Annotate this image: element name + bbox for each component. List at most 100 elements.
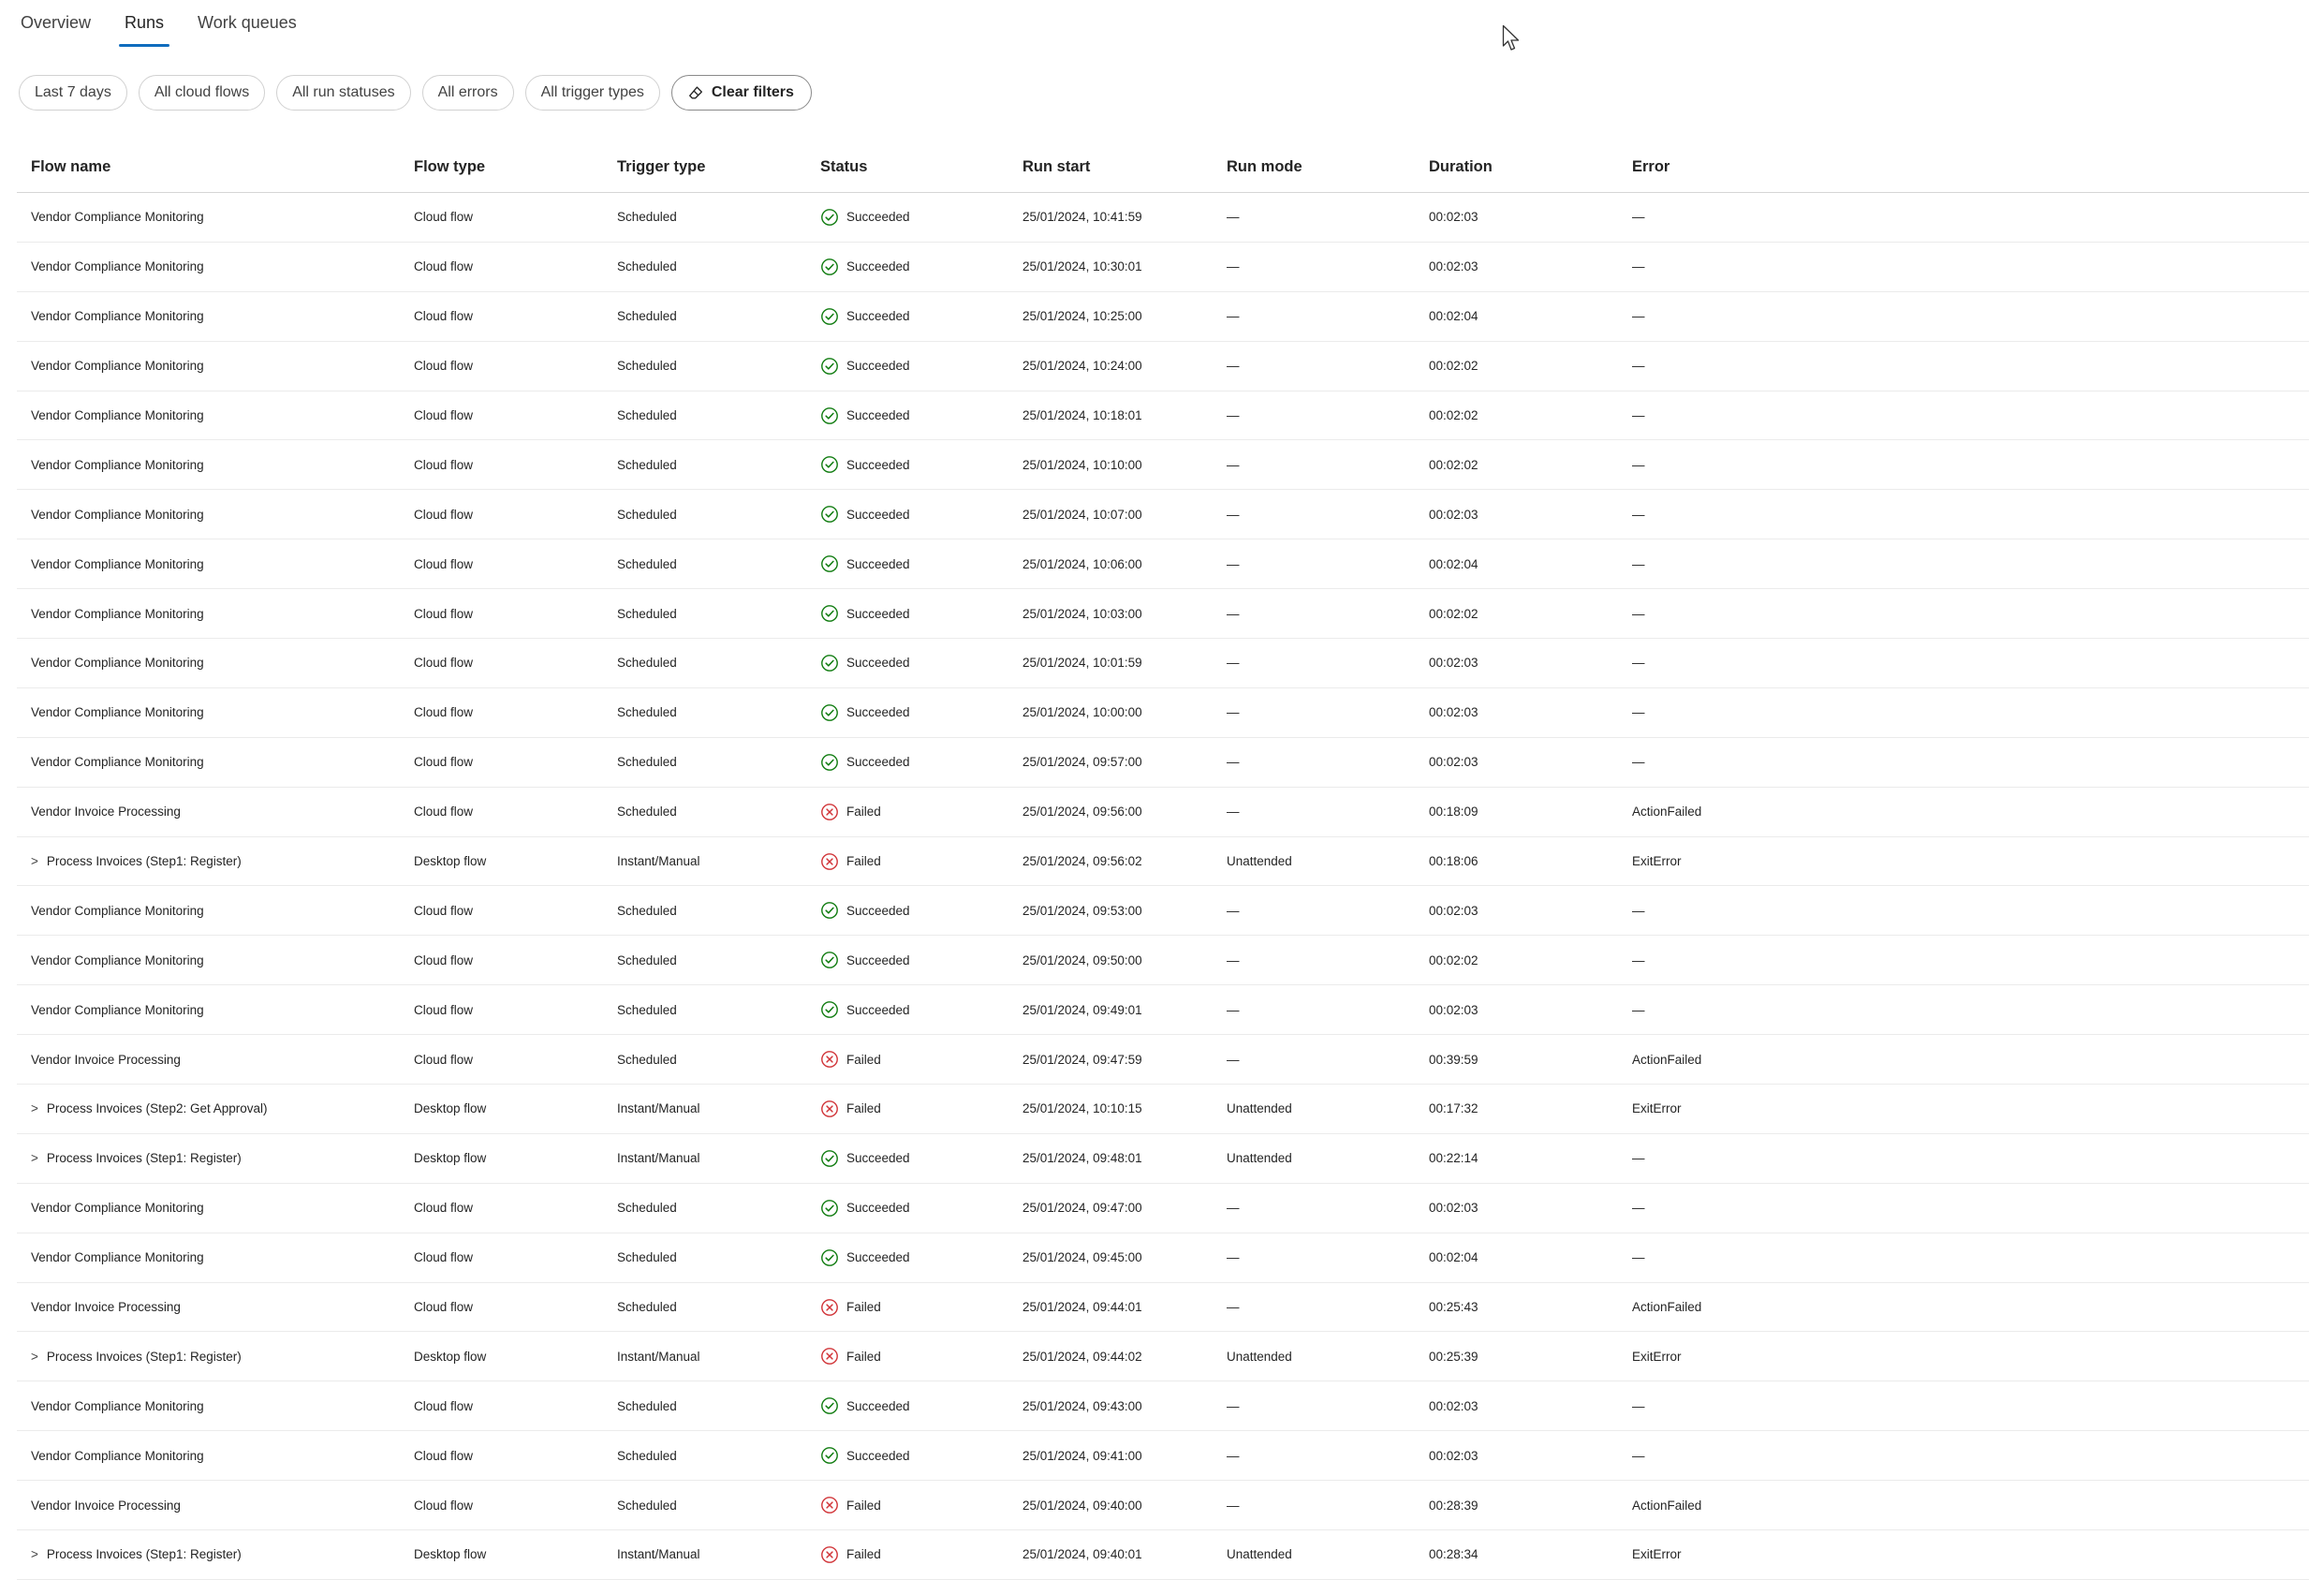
status-cell: Succeeded (820, 1149, 910, 1168)
table-row[interactable]: Vendor Compliance Monitoring Cloud flow Sc… (17, 639, 2309, 688)
flow-filter[interactable]: All cloud flows (138, 75, 266, 111)
flow-name-cell[interactable]: Vendor Compliance Monitoring (31, 210, 204, 224)
table-row[interactable]: Vendor Compliance Monitoring Cloud flow Sc… (17, 391, 2309, 441)
flow-name-cell[interactable]: Vendor Compliance Monitoring (31, 1201, 204, 1215)
table-row[interactable]: Vendor Compliance Monitoring Cloud flow Sc… (17, 342, 2309, 391)
column-header-run-start[interactable]: Run start (1022, 158, 1090, 176)
column-header-run-mode[interactable]: Run mode (1227, 158, 1302, 176)
table-row[interactable]: Vendor Compliance Monitoring Cloud flow Sc… (17, 1431, 2309, 1482)
status-label: Succeeded (846, 1398, 910, 1413)
flow-name-cell[interactable]: Vendor Compliance Monitoring (31, 309, 204, 323)
flow-name-cell[interactable]: Vendor Compliance Monitoring (31, 1449, 204, 1463)
table-row[interactable]: Vendor Compliance Monitoring Cloud flow Sc… (17, 1184, 2309, 1233)
table-row[interactable]: Vendor Compliance Monitoring Cloud flow Sc… (17, 440, 2309, 491)
flow-name-cell[interactable]: Vendor Compliance Monitoring (31, 458, 204, 472)
flow-name-cell[interactable]: Vendor Invoice Processing (31, 1053, 181, 1067)
trigger-type-cell: Scheduled (617, 359, 677, 374)
flow-type-cell: Cloud flow (414, 1498, 474, 1513)
flow-name-cell[interactable]: Vendor Compliance Monitoring (31, 359, 204, 373)
run-start-cell: 25/01/2024, 09:43:00 (1022, 1398, 1142, 1413)
table-row[interactable]: Vendor Compliance Monitoring Cloud flow Sc… (17, 936, 2309, 986)
table-row[interactable]: > Process Invoices (Step1: Register) Deskt… (17, 1332, 2309, 1382)
column-header-flow-type[interactable]: Flow type (414, 158, 485, 176)
flow-name-cell[interactable]: Vendor Compliance Monitoring (31, 755, 204, 769)
flow-name-cell[interactable]: > Process Invoices (Step1: Register) (31, 1151, 242, 1165)
flow-type-cell: Cloud flow (414, 903, 474, 918)
run-start-cell: 25/01/2024, 09:57:00 (1022, 755, 1142, 770)
flow-name-cell[interactable]: Vendor Compliance Monitoring (31, 1250, 204, 1264)
column-header-flow-name[interactable]: Flow name (31, 158, 110, 176)
flow-name-cell[interactable]: Vendor Compliance Monitoring (31, 953, 204, 967)
date-range-filter[interactable]: Last 7 days (19, 75, 127, 111)
run-status-filter[interactable]: All run statuses (276, 75, 411, 111)
flow-name-cell[interactable]: Vendor Compliance Monitoring (31, 1399, 204, 1413)
success-check-icon (820, 455, 839, 474)
flow-name-cell[interactable]: Vendor Compliance Monitoring (31, 1003, 204, 1017)
flow-type-cell: Cloud flow (414, 805, 474, 820)
table-row[interactable]: Vendor Compliance Monitoring Cloud flow Sc… (17, 1233, 2309, 1283)
flow-name-cell[interactable]: Vendor Compliance Monitoring (31, 508, 204, 522)
flow-name-cell[interactable]: Vendor Compliance Monitoring (31, 705, 204, 719)
expand-chevron-icon[interactable]: > (31, 1547, 38, 1561)
flow-name-cell[interactable]: Vendor Invoice Processing (31, 1300, 181, 1314)
table-row[interactable]: Vendor Invoice Processing Cloud flow Sched… (17, 1035, 2309, 1085)
trigger-type-filter[interactable]: All trigger types (524, 75, 660, 111)
flow-name-cell[interactable]: Vendor Compliance Monitoring (31, 408, 204, 422)
success-check-icon (820, 901, 839, 920)
flow-name-cell[interactable]: Vendor Compliance Monitoring (31, 656, 204, 670)
table-row[interactable]: Vendor Compliance Monitoring Cloud flow Sc… (17, 1381, 2309, 1432)
table-row[interactable]: Vendor Compliance Monitoring Cloud flow Sc… (17, 738, 2309, 788)
flow-name-cell[interactable]: Vendor Compliance Monitoring (31, 259, 204, 273)
column-header-error[interactable]: Error (1632, 158, 1669, 176)
table-row[interactable]: Vendor Invoice Processing Cloud flow Sched… (17, 1283, 2309, 1333)
table-row[interactable]: Vendor Compliance Monitoring Cloud flow Sc… (17, 193, 2309, 243)
table-row[interactable]: Vendor Compliance Monitoring Cloud flow Sc… (17, 589, 2309, 640)
expand-chevron-icon[interactable]: > (31, 854, 38, 868)
error-cell: — (1632, 755, 1645, 770)
flow-name-cell[interactable]: Vendor Invoice Processing (31, 805, 181, 819)
table-row[interactable]: > Process Invoices (Step1: Register) Deskt… (17, 1530, 2309, 1580)
success-check-icon (820, 307, 839, 326)
table-row[interactable]: Vendor Compliance Monitoring Cloud flow Sc… (17, 292, 2309, 342)
flow-name-cell[interactable]: > Process Invoices (Step1: Register) (31, 1350, 242, 1364)
run-mode-cell: Unattended (1227, 1349, 1292, 1364)
status-label: Succeeded (846, 606, 910, 621)
table-row[interactable]: Vendor Invoice Processing Cloud flow Sched… (17, 788, 2309, 837)
table-row[interactable]: Vendor Compliance Monitoring Cloud flow Sc… (17, 985, 2309, 1036)
runs-table: Flow name Flow type Trigger type Status … (17, 142, 2309, 1580)
column-header-trigger-type[interactable]: Trigger type (617, 158, 705, 176)
flow-name-cell[interactable]: Vendor Invoice Processing (31, 1499, 181, 1513)
flow-name-cell[interactable]: Vendor Compliance Monitoring (31, 904, 204, 918)
flow-name-cell[interactable]: > Process Invoices (Step1: Register) (31, 854, 242, 868)
clear-filters-button[interactable]: Clear filters (670, 75, 812, 111)
table-row[interactable]: > Process Invoices (Step1: Register) Deskt… (17, 1134, 2309, 1184)
flow-name-cell[interactable]: > Process Invoices (Step2: Get Approval) (31, 1101, 268, 1115)
run-mode-cell: — (1227, 656, 1240, 671)
error-cell: — (1632, 507, 1645, 522)
table-row[interactable]: Vendor Compliance Monitoring Cloud flow Sc… (17, 539, 2309, 590)
column-header-duration[interactable]: Duration (1429, 158, 1493, 176)
table-row[interactable]: Vendor Compliance Monitoring Cloud flow Sc… (17, 490, 2309, 540)
column-header-status[interactable]: Status (820, 158, 867, 176)
flow-name-cell[interactable]: Vendor Compliance Monitoring (31, 557, 204, 571)
expand-chevron-icon[interactable]: > (31, 1101, 38, 1115)
tab-overview[interactable]: Overview (19, 7, 93, 41)
table-row[interactable]: Vendor Compliance Monitoring Cloud flow Sc… (17, 243, 2309, 292)
error-cell: — (1632, 1250, 1645, 1265)
expand-chevron-icon[interactable]: > (31, 1350, 38, 1364)
flow-name: Vendor Compliance Monitoring (31, 210, 204, 225)
error-filter[interactable]: All errors (421, 75, 514, 111)
tab-runs[interactable]: Runs (119, 7, 170, 47)
table-row[interactable]: > Process Invoices (Step2: Get Approval) D… (17, 1085, 2309, 1134)
table-row[interactable]: Vendor Compliance Monitoring Cloud flow Sc… (17, 886, 2309, 937)
trigger-type-cell: Scheduled (617, 1250, 677, 1265)
flow-name-cell[interactable]: Vendor Compliance Monitoring (31, 607, 204, 621)
table-row[interactable]: > Process Invoices (Step1: Register) Deskt… (17, 837, 2309, 887)
status-cell: Succeeded (820, 1248, 910, 1267)
table-row[interactable]: Vendor Compliance Monitoring Cloud flow Sc… (17, 688, 2309, 738)
status-cell: Succeeded (820, 357, 910, 376)
flow-name-cell[interactable]: > Process Invoices (Step1: Register) (31, 1547, 242, 1561)
expand-chevron-icon[interactable]: > (31, 1151, 38, 1165)
tab-work-queues[interactable]: Work queues (196, 7, 299, 41)
table-row[interactable]: Vendor Invoice Processing Cloud flow Sched… (17, 1481, 2309, 1531)
